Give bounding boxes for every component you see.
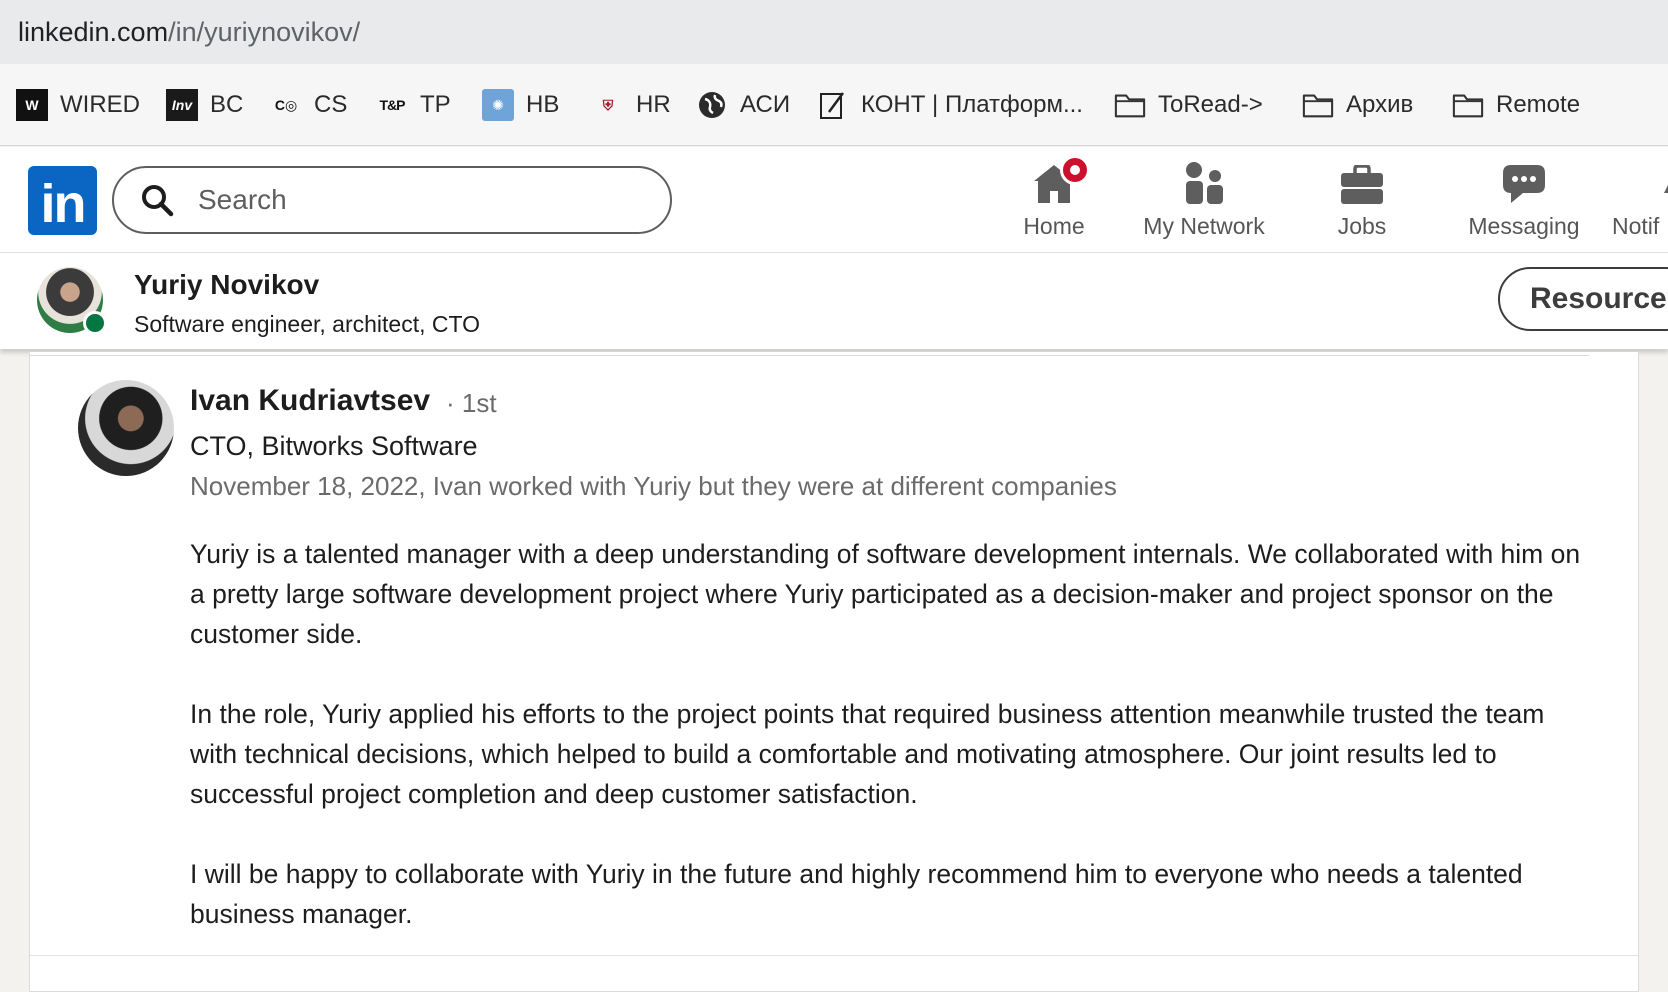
bookmark-label: CS [314,91,348,118]
bookmark-label: Архив [1346,91,1414,118]
cs-icon: C◎ [274,96,298,113]
bookmark-archive[interactable]: Архив [1302,88,1413,122]
bookmark-wired[interactable]: W WIRED [16,88,140,122]
nav-notifications-label: Notif [1612,213,1660,239]
bookmark-kont[interactable]: КОНТ | Платформ... [817,88,1083,122]
folder-icon [1452,89,1484,121]
bookmark-label: АСИ [740,91,791,118]
recommendation-paragraph: Yuriy is a talented manager with a deep … [190,539,1581,649]
tp-icon: T&P [379,97,406,113]
recommender-name[interactable]: Ivan Kudriavtsev [190,384,430,418]
recommendation-paragraph: In the role, Yuriy applied his efforts t… [190,699,1545,809]
inv-icon: Inv [166,89,198,121]
folder-icon [1114,89,1146,121]
recommender-title: CTO, Bitworks Software [190,431,478,461]
profile-avatar[interactable] [37,267,107,335]
linkedin-logo[interactable]: in [28,166,97,235]
bookmark-cs[interactable]: C◎ CS [270,88,348,122]
bookmark-remote[interactable]: Remote [1452,88,1580,122]
url-path: /in/yuriynovikov/ [168,16,361,47]
bookmark-label: ToRead-> [1158,91,1263,118]
nav-jobs-label: Jobs [1337,213,1387,239]
recommendation-paragraph: I will be happy to collaborate with Yuri… [190,859,1523,929]
divider [29,355,1589,356]
nav-my-network[interactable]: My Network [1130,159,1278,245]
address-bar[interactable]: linkedin.com/in/yuriynovikov/ [0,0,1668,64]
nav-home-label: Home [1023,213,1085,239]
recommender-avatar[interactable] [78,380,174,476]
resources-button[interactable]: Resource [1498,267,1668,331]
folder-icon [1302,89,1334,121]
bookmark-label: Remote [1496,91,1581,118]
bookmark-hr[interactable]: ⛨ HR [592,88,671,122]
nav-messaging-label: Messaging [1468,213,1580,239]
nav-messaging[interactable]: Messaging [1462,159,1586,245]
kont-icon [817,89,849,121]
briefcase-icon [1341,165,1383,204]
bookmark-label: КОНТ | Платформ... [861,91,1083,118]
globe-icon [696,89,728,121]
url-host: linkedin.com [18,16,169,47]
connection-degree: · 1st [446,388,497,418]
nav-jobs[interactable]: Jobs [1322,159,1402,245]
bookmarks-bar: W WIRED Inv BC C◎ CS T&P TP ✺ HB ⛨ HR АС… [0,64,1668,146]
wired-icon: W [16,89,48,121]
bookmark-hb[interactable]: ✺ HB [482,88,559,122]
bookmark-asi[interactable]: АСИ [696,88,790,122]
profile-headline: Software engineer, architect, CTO [134,311,481,337]
divider [30,955,1638,956]
hb-icon: ✺ [482,89,514,121]
bookmark-bc[interactable]: Inv BC [166,88,243,122]
online-status-dot [83,311,107,335]
bookmark-label: HB [526,91,560,118]
bookmark-label: TP [420,91,451,118]
search-icon [142,185,174,217]
linkedin-navbar: in Home My Network [0,147,1668,253]
bookmark-toread[interactable]: ToRead-> [1114,88,1263,122]
bookmark-label: HR [636,91,671,118]
search-input[interactable] [196,183,620,217]
nav-notifications[interactable]: Notif [1612,159,1668,245]
profile-sticky-header: Yuriy Novikov Software engineer, archite… [0,253,1668,349]
bookmark-tp[interactable]: T&P TP [376,88,451,122]
bookmark-label: WIRED [60,91,140,118]
hr-icon: ⛨ [602,96,614,113]
notification-badge [1060,155,1090,185]
bookmark-label: BC [210,91,244,118]
recommendation-meta: November 18, 2022, Ivan worked with Yuri… [190,471,1117,501]
profile-name: Yuriy Novikov [134,269,320,300]
search-box[interactable] [112,166,672,234]
message-icon [1503,165,1545,203]
nav-home[interactable]: Home [1004,155,1104,245]
bell-icon [1664,185,1668,193]
people-icon [1186,162,1223,204]
nav-my-network-label: My Network [1143,213,1265,239]
